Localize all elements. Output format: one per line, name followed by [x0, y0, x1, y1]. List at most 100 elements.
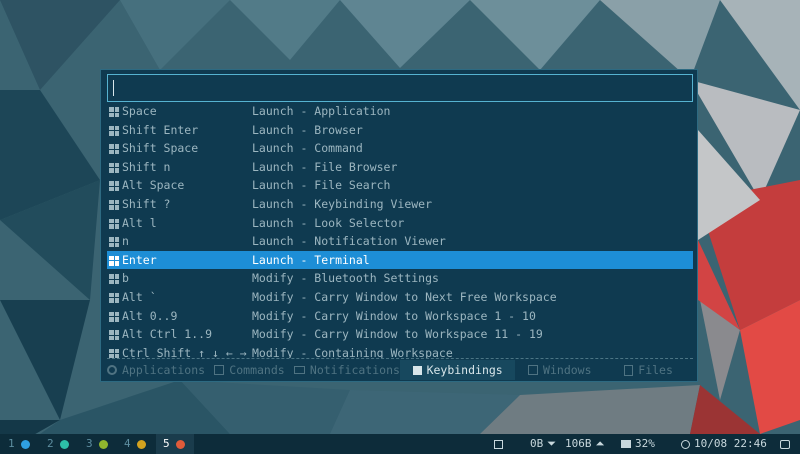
workspace-dot-icon — [175, 439, 185, 449]
tab-label: Commands — [229, 363, 285, 377]
list-item[interactable]: n Launch - Notification Viewer — [107, 232, 693, 251]
search-input[interactable] — [108, 75, 692, 101]
keybinding-action: Launch - Notification Viewer — [252, 234, 446, 249]
keybinding-key: Shift ? — [122, 196, 171, 211]
cpu-usage: 32% — [621, 434, 655, 454]
super-key-icon — [109, 330, 119, 341]
super-key-icon — [109, 181, 119, 192]
workspace-2[interactable]: 2 — [47, 434, 69, 454]
window-icon — [494, 439, 503, 449]
tab-applications[interactable]: Applications — [107, 360, 205, 380]
list-item[interactable]: Alt Space Launch - File Search — [107, 176, 693, 195]
mode-tabs: Applications Commands Notifications Keyb… — [107, 360, 693, 380]
net-down-value: 0B — [530, 437, 544, 450]
keybinding-action: Modify - Bluetooth Settings — [252, 271, 439, 286]
keybinding-key: Alt l — [122, 215, 157, 230]
list-item[interactable]: Shift n Launch - File Browser — [107, 158, 693, 177]
workspace-dot-icon — [98, 439, 108, 449]
tabs-divider — [107, 358, 693, 359]
cpu-value: 32% — [635, 437, 655, 450]
super-key-icon — [109, 274, 119, 285]
net-up: 106B ⏶ — [565, 434, 604, 454]
list-item[interactable]: Alt Ctrl 1..9 Modify - Carry Window to Wo… — [107, 325, 693, 344]
terminal-tray-button[interactable] — [780, 434, 790, 454]
workspace-number: 5 — [163, 437, 170, 450]
tab-windows[interactable]: Windows — [515, 360, 604, 380]
workspace-5[interactable]: 5 — [163, 434, 185, 454]
workspace-number: 3 — [86, 437, 93, 450]
arrow-down-icon: ⏷ — [547, 437, 557, 450]
clock-value: 10/08 22:46 — [694, 437, 767, 450]
arrow-up-icon: ⏶ — [595, 437, 605, 450]
keybinding-action: Launch - Look Selector — [252, 215, 405, 230]
super-key-icon — [109, 125, 119, 136]
list-item[interactable]: Shift Space Launch - Command — [107, 139, 693, 158]
keybinding-key: Shift n — [122, 159, 171, 174]
terminal-icon — [214, 365, 225, 375]
tab-files[interactable]: Files — [604, 360, 693, 380]
super-key-icon — [109, 348, 119, 358]
super-key-icon — [109, 199, 119, 210]
keybinding-action: Modify - Carry Window to Workspace 1 - 1… — [252, 308, 536, 323]
super-key-icon — [109, 144, 119, 155]
super-key-icon — [109, 162, 119, 173]
keybinding-key: n — [122, 234, 129, 249]
workspace-dot-icon — [20, 439, 30, 449]
workspace-dot-icon — [59, 439, 69, 449]
keybinding-key: Alt Ctrl 1..9 — [122, 327, 213, 342]
tab-notifications[interactable]: Notifications — [293, 360, 400, 380]
keybinding-key: Alt Space — [122, 178, 185, 193]
super-key-icon — [109, 292, 119, 303]
keybinding-key: Shift Enter — [122, 122, 199, 137]
keybinding-action: Launch - Command — [252, 141, 363, 156]
workspace-1[interactable]: 1 — [8, 434, 30, 454]
clock[interactable]: 10/08 22:46 — [681, 434, 767, 454]
window-icon — [528, 365, 539, 375]
keybinding-key: b — [122, 271, 129, 286]
workspace-4[interactable]: 4 — [124, 434, 146, 454]
workspace-3[interactable]: 3 — [86, 434, 108, 454]
tab-keybindings[interactable]: Keybindings — [399, 360, 516, 380]
keybinding-action: Launch - Keybinding Viewer — [252, 196, 433, 211]
keybinding-action: Launch - Browser — [252, 122, 363, 137]
taskbar: 1 2 3 4 5 0B ⏷ 106B ⏶ 32% 10/08 22:46 — [0, 434, 800, 454]
workspace-number: 4 — [124, 437, 131, 450]
file-icon — [624, 364, 634, 376]
list-item[interactable]: Shift ? Launch - Keybinding Viewer — [107, 195, 693, 214]
tab-label: Applications — [122, 363, 206, 377]
keybinding-key: Shift Space — [122, 141, 199, 156]
workspace-number: 2 — [47, 437, 54, 450]
super-key-icon — [109, 218, 119, 229]
workspace-number: 1 — [8, 437, 15, 450]
keybinding-key: Ctrl Shift ↑ ↓ ← → — [122, 345, 247, 358]
list-item[interactable]: b Modify - Bluetooth Settings — [107, 269, 693, 288]
clock-icon — [681, 439, 690, 449]
keybinding-action: Launch - File Search — [252, 178, 391, 193]
mail-icon — [293, 366, 305, 374]
list-item[interactable]: Ctrl Shift ↑ ↓ ← → Modify - Containing Wo… — [107, 344, 693, 358]
tab-commands[interactable]: Commands — [205, 360, 294, 380]
keybinding-action: Launch - File Browser — [252, 159, 398, 174]
search-box[interactable] — [107, 74, 693, 102]
keybinding-action: Launch - Terminal — [252, 252, 370, 267]
list-item[interactable]: Space Launch - Application — [107, 102, 693, 121]
workspace-dot-icon — [136, 439, 146, 449]
super-key-icon — [109, 255, 119, 266]
tray-window-button[interactable] — [494, 434, 503, 454]
list-item[interactable]: Alt ` Modify - Carry Window to Next Free … — [107, 288, 693, 307]
list-item[interactable]: Shift Enter Launch - Browser — [107, 121, 693, 140]
terminal-icon — [780, 439, 790, 449]
list-item-selected[interactable]: Enter Launch - Terminal — [107, 250, 693, 270]
super-key-icon — [109, 107, 119, 117]
tab-label: Notifications — [309, 363, 400, 377]
tab-label: Files — [638, 363, 673, 377]
list-item[interactable]: Alt 0..9 Modify - Carry Window to Workspa… — [107, 307, 693, 326]
tab-label: Keybindings — [426, 363, 503, 377]
key-icon — [412, 365, 422, 375]
gear-icon — [107, 365, 117, 375]
net-down: 0B ⏷ — [530, 434, 556, 454]
keybinding-key: Alt ` — [122, 289, 157, 304]
net-up-value: 106B — [565, 437, 592, 450]
keybinding-action: Modify - Carry Window to Workspace 11 - … — [252, 327, 543, 342]
list-item[interactable]: Alt l Launch - Look Selector — [107, 214, 693, 233]
